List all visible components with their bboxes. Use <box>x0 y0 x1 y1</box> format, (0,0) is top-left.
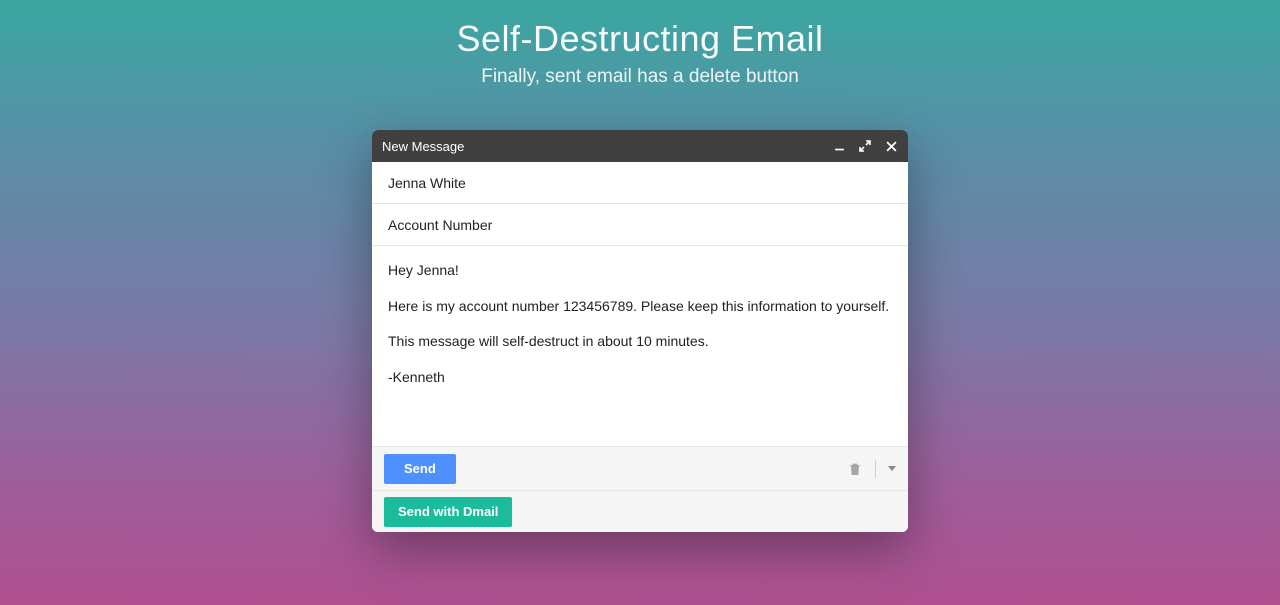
message-body[interactable]: Hey Jenna! Here is my account number 123… <box>372 246 908 446</box>
more-options-icon[interactable] <box>888 466 896 471</box>
close-icon[interactable] <box>884 139 898 153</box>
body-signoff: -Kenneth <box>388 367 892 389</box>
trash-icon[interactable] <box>847 461 863 477</box>
subject-value: Account Number <box>388 217 492 233</box>
compose-footer: Send <box>372 446 908 490</box>
to-value: Jenna White <box>388 175 466 191</box>
body-line-1: Hey Jenna! <box>388 260 892 282</box>
to-field[interactable]: Jenna White <box>372 162 908 204</box>
hero-subtitle: Finally, sent email has a delete button <box>0 66 1280 88</box>
body-line-3: This message will self-destruct in about… <box>388 331 892 353</box>
body-line-2: Here is my account number 123456789. Ple… <box>388 296 892 318</box>
compose-titlebar: New Message <box>372 130 908 162</box>
hero-title: Self-Destructing Email <box>0 18 1280 60</box>
send-with-dmail-button[interactable]: Send with Dmail <box>384 497 512 527</box>
minimize-icon[interactable] <box>832 139 846 153</box>
footer-divider <box>875 460 876 478</box>
compose-window: New Message Jenna White Account Number H… <box>372 130 908 532</box>
compose-title: New Message <box>382 139 464 154</box>
expand-icon[interactable] <box>858 139 872 153</box>
subject-field[interactable]: Account Number <box>372 204 908 246</box>
hero: Self-Destructing Email Finally, sent ema… <box>0 0 1280 88</box>
footer-right <box>847 460 896 478</box>
send-button[interactable]: Send <box>384 454 456 484</box>
dmail-footer: Send with Dmail <box>372 490 908 532</box>
window-controls <box>832 139 898 153</box>
